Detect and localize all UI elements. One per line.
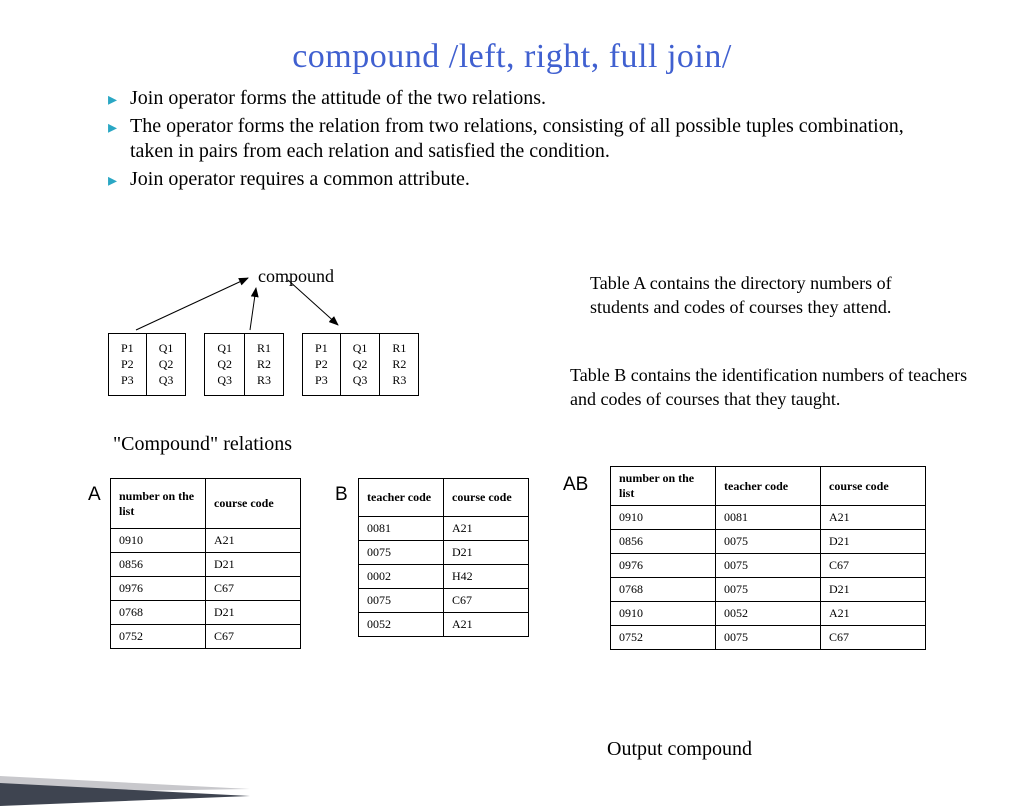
mini-col: R1R2R3 xyxy=(245,334,283,395)
table-b-description: Table B contains the identification numb… xyxy=(570,363,970,412)
table-row: 0856D21 xyxy=(111,553,301,577)
table-row: 0002H42 xyxy=(359,565,529,589)
table-row: 09100081A21 xyxy=(611,506,926,530)
table-a-label: А xyxy=(88,484,101,506)
mini-table-3: P1P2P3 Q1Q2Q3 R1R2R3 xyxy=(302,333,419,396)
table-row: 0752C67 xyxy=(111,625,301,649)
bullet-list: Join operator forms the attitude of the … xyxy=(108,86,944,192)
table-ab-label: АВ xyxy=(563,474,588,496)
mini-tables: P1P2P3 Q1Q2Q3 Q1Q2Q3 R1R2R3 P1P2P3 Q1Q2Q… xyxy=(108,333,419,396)
mini-table-1: P1P2P3 Q1Q2Q3 xyxy=(108,333,186,396)
table-header: course code xyxy=(206,479,301,529)
decorative-wedge-icon xyxy=(0,721,250,806)
table-row: 0768D21 xyxy=(111,601,301,625)
table-header: course code xyxy=(821,467,926,506)
table-row: 0976C67 xyxy=(111,577,301,601)
table-header: teacher code xyxy=(716,467,821,506)
table-row: 0075C67 xyxy=(359,589,529,613)
table-row: 07680075D21 xyxy=(611,578,926,602)
table-a: number on the listcourse code 0910A21 08… xyxy=(110,478,301,649)
table-a-description: Table A contains the directory numbers o… xyxy=(590,271,930,320)
table-row: 0052A21 xyxy=(359,613,529,637)
table-row: 08560075D21 xyxy=(611,530,926,554)
compound-relations-label: "Compound" relations xyxy=(113,433,292,456)
mini-col: Q1Q2Q3 xyxy=(147,334,186,395)
output-compound-label: Output compound xyxy=(607,738,752,761)
slide-title: compound /left, right, full join/ xyxy=(0,38,1024,76)
table-row: 09760075C67 xyxy=(611,554,926,578)
mini-col: Q1Q2Q3 xyxy=(205,334,245,395)
table-row: 09100052A21 xyxy=(611,602,926,626)
list-item: Join operator requires a common attribut… xyxy=(108,167,944,193)
table-row: 0075D21 xyxy=(359,541,529,565)
list-item: The operator forms the relation from two… xyxy=(108,114,944,165)
table-row: 0910A21 xyxy=(111,529,301,553)
mini-table-2: Q1Q2Q3 R1R2R3 xyxy=(204,333,284,396)
table-header: course code xyxy=(444,479,529,517)
table-ab: number on the listteacher codecourse cod… xyxy=(610,466,926,650)
table-b: teacher codecourse code 0081A21 0075D21 … xyxy=(358,478,529,637)
table-row: 07520075C67 xyxy=(611,626,926,650)
mini-col: R1R2R3 xyxy=(380,334,418,395)
table-header: number on the list xyxy=(611,467,716,506)
mini-col: P1P2P3 xyxy=(303,334,341,395)
mini-col: P1P2P3 xyxy=(109,334,147,395)
compound-arrows-icon xyxy=(108,270,428,334)
mini-col: Q1Q2Q3 xyxy=(341,334,381,395)
table-row: 0081A21 xyxy=(359,517,529,541)
table-b-label: В xyxy=(335,484,348,506)
list-item: Join operator forms the attitude of the … xyxy=(108,86,944,112)
table-header: number on the list xyxy=(111,479,206,529)
table-header: teacher code xyxy=(359,479,444,517)
